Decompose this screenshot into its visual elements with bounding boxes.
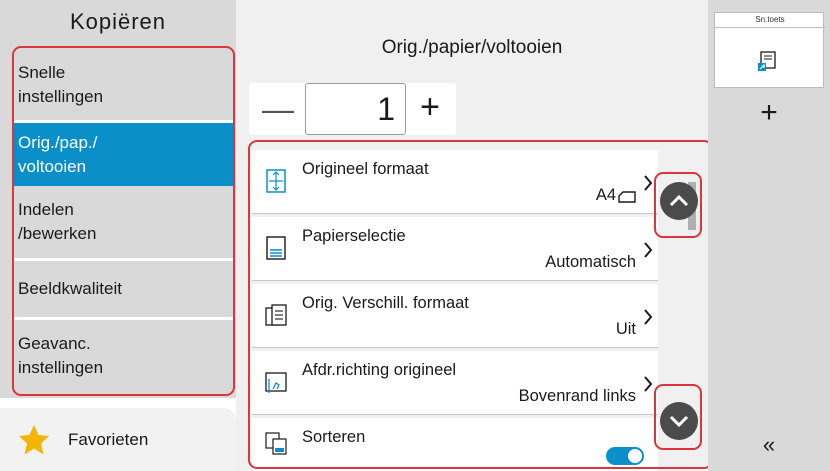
chevron-down-icon	[669, 415, 689, 428]
favorites-label: Favorieten	[68, 429, 149, 449]
chevron-up-icon	[669, 194, 689, 207]
sidebar-item-label: Geavanc. instellingen	[18, 334, 104, 377]
add-shortcut-button[interactable]: +	[708, 96, 830, 130]
mixed-size-icon	[265, 304, 287, 326]
original-size-icon	[266, 169, 286, 193]
setting-value: Automatisch	[545, 253, 636, 271]
setting-value: Bovenrand links	[518, 387, 636, 405]
chevron-right-icon	[644, 309, 653, 325]
setting-value: Uit	[615, 320, 636, 338]
setting-label: Origineel formaat	[302, 160, 429, 178]
sidebar-item-label: Orig./pap./ voltooien	[18, 132, 98, 176]
sidebar-item-label: Beeldkwaliteit	[18, 279, 122, 298]
main-panel: Orig./papier/voltooien — 1 + Origineel f…	[236, 0, 713, 471]
setting-label: Papierselectie	[302, 227, 406, 245]
sidebar-title: Kopiëren	[69, 9, 167, 34]
sidebar-item-orig-paper-finishing[interactable]: Orig./pap./ voltooien	[12, 123, 233, 186]
page-title: Orig./papier/voltooien	[381, 37, 563, 58]
collapse-panel-button[interactable]: «	[708, 432, 830, 458]
setting-original-orientation[interactable]: Afdr.richting origineel Bovenrand links	[252, 351, 658, 415]
setting-label: Sorteren	[302, 428, 366, 446]
star-icon	[19, 424, 49, 454]
copies-stepper: — 1 +	[249, 83, 456, 135]
sidebar: Kopiëren Snelle instellingen Orig./pap./…	[0, 0, 236, 471]
toggle-knob	[628, 449, 642, 463]
scroll-up-button[interactable]	[660, 182, 698, 220]
paper-selection-icon	[266, 236, 286, 260]
sidebar-item-layout-edit[interactable]: Indelen /bewerken	[12, 186, 233, 258]
paper-orientation-icon	[618, 191, 636, 203]
favorites-button[interactable]: Favorieten	[0, 408, 236, 471]
sidebar-item-image-quality[interactable]: Beeldkwaliteit	[12, 261, 233, 317]
increment-button[interactable]: +	[420, 88, 440, 127]
right-panel: Sn.toets + «	[708, 0, 830, 471]
orientation-icon	[265, 372, 287, 393]
shortcut-icon	[758, 51, 776, 71]
chevron-right-icon	[644, 242, 653, 258]
collate-icon	[265, 432, 287, 455]
sidebar-item-quick-settings[interactable]: Snelle instellingen	[12, 50, 233, 120]
collate-toggle[interactable]	[606, 447, 644, 465]
setting-original-size[interactable]: Origineel formaat A4	[252, 150, 658, 214]
sidebar-item-label: Snelle instellingen	[18, 63, 104, 106]
scroll-down-button[interactable]	[660, 402, 698, 440]
shortcut-label: Sn.toets	[715, 15, 825, 28]
setting-paper-selection[interactable]: Papierselectie Automatisch	[252, 217, 658, 281]
copies-input[interactable]: 1	[305, 83, 406, 135]
setting-label: Orig. Verschill. formaat	[302, 294, 469, 312]
decrement-button[interactable]: —	[262, 91, 294, 128]
shortcut-key-button[interactable]: Sn.toets	[714, 12, 825, 88]
chevron-right-icon	[644, 376, 653, 392]
chevron-right-icon	[644, 175, 653, 191]
setting-mixed-size-originals[interactable]: Orig. Verschill. formaat Uit	[252, 284, 658, 348]
setting-collate[interactable]: Sorteren	[252, 418, 658, 471]
sidebar-item-advanced-settings[interactable]: Geavanc. instellingen	[12, 320, 233, 392]
setting-label: Afdr.richting origineel	[302, 361, 457, 379]
setting-value: A4	[595, 186, 616, 204]
sidebar-item-label: Indelen /bewerken	[18, 200, 97, 243]
